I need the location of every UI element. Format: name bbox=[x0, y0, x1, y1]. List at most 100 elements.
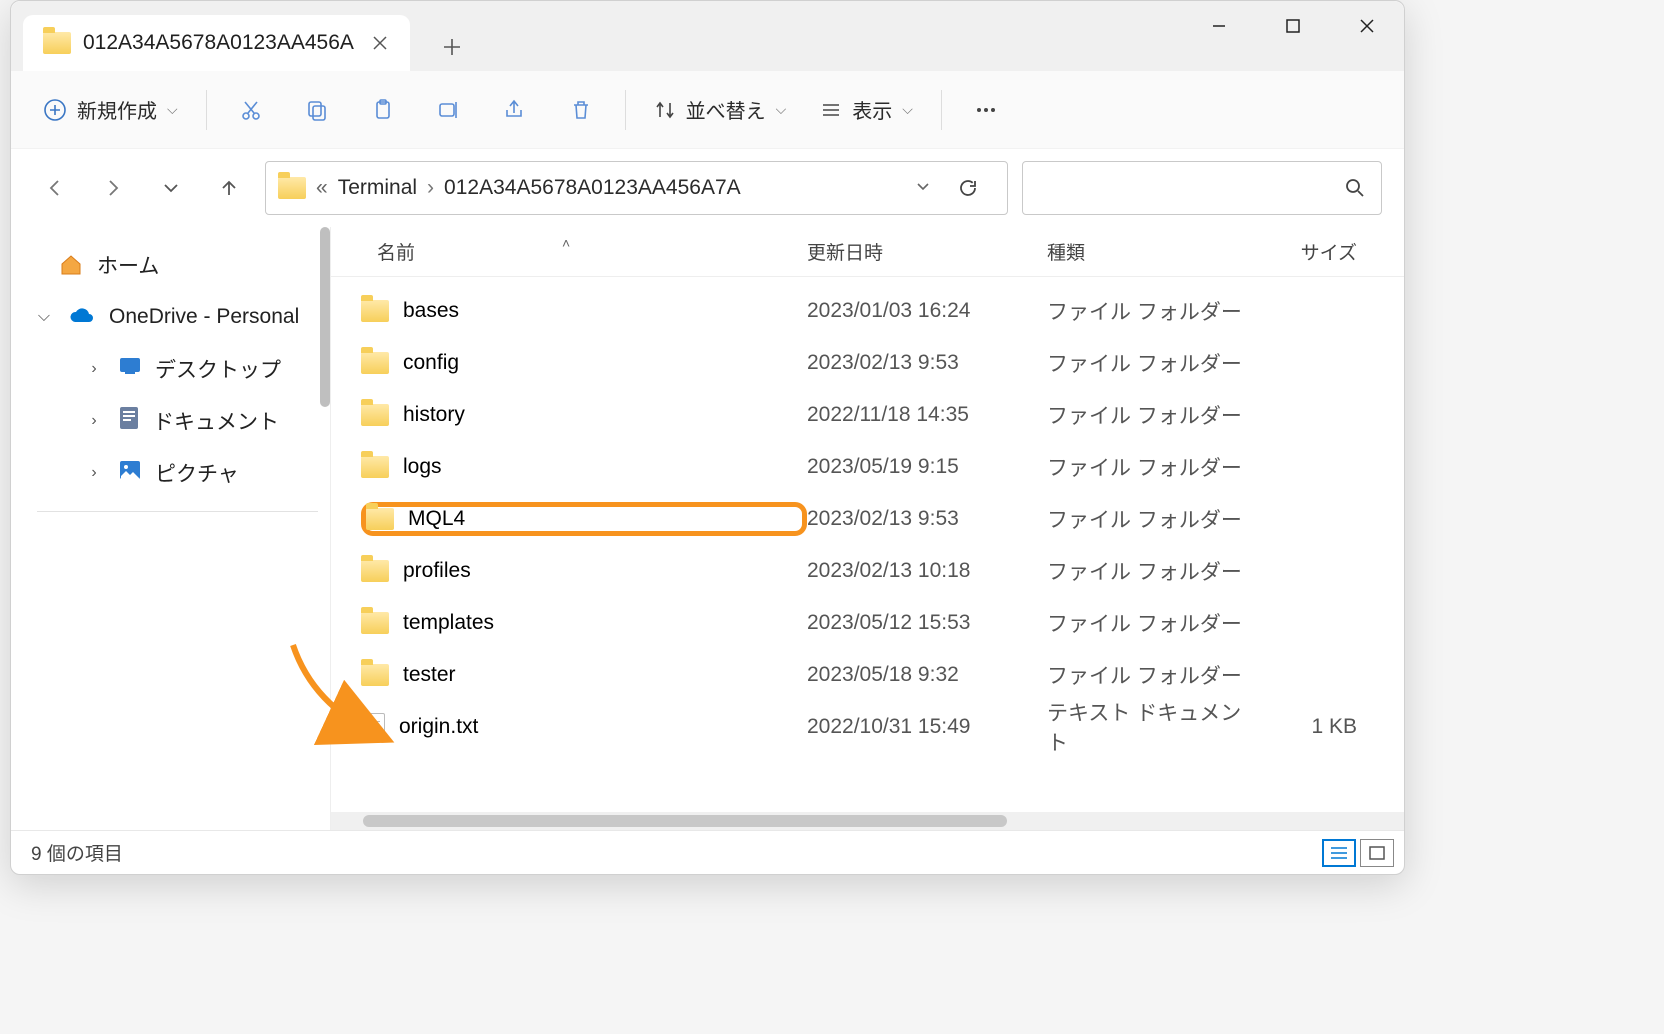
folder-icon bbox=[361, 612, 389, 634]
file-name: tester bbox=[403, 663, 456, 687]
breadcrumb-current[interactable]: 012A34A5678A0123AA456A7A bbox=[444, 176, 741, 200]
rename-button[interactable] bbox=[419, 86, 479, 134]
recent-button[interactable] bbox=[149, 166, 193, 210]
body: ホーム ⌵ OneDrive - Personal › デスクトップ› ドキュメ… bbox=[11, 227, 1404, 830]
sort-button[interactable]: 並べ替え ⌵ bbox=[640, 86, 801, 134]
table-row[interactable]: bases 2023/01/03 16:24 ファイル フォルダー bbox=[331, 285, 1404, 337]
cell-size: 1 KB bbox=[1247, 715, 1357, 739]
folder-icon bbox=[366, 508, 394, 530]
column-type[interactable]: 種類 bbox=[1047, 238, 1247, 265]
search-input[interactable] bbox=[1022, 161, 1382, 215]
thumbnail-view-button[interactable] bbox=[1360, 839, 1394, 867]
address-bar[interactable]: « Terminal › 012A34A5678A0123AA456A7A bbox=[265, 161, 1008, 215]
table-row[interactable]: tester 2023/05/18 9:32 ファイル フォルダー bbox=[331, 649, 1404, 701]
cell-type: ファイル フォルダー bbox=[1047, 348, 1247, 378]
column-date[interactable]: 更新日時 bbox=[807, 238, 1047, 265]
cell-name: config bbox=[361, 351, 807, 375]
cell-name: origin.txt bbox=[361, 713, 807, 741]
chevron-right-icon[interactable]: › bbox=[83, 464, 105, 482]
close-window-button[interactable] bbox=[1330, 1, 1404, 51]
more-button[interactable] bbox=[956, 86, 1016, 134]
cut-button[interactable] bbox=[221, 86, 281, 134]
tab-title: 012A34A5678A0123AA456A bbox=[83, 31, 354, 55]
sidebar-item-onedrive[interactable]: ⌵ OneDrive - Personal bbox=[29, 291, 326, 343]
horizontal-scrollbar[interactable] bbox=[331, 812, 1404, 830]
sidebar-item-label: OneDrive - Personal bbox=[109, 305, 299, 329]
home-icon bbox=[59, 253, 83, 277]
folder-icon bbox=[361, 300, 389, 322]
share-button[interactable] bbox=[485, 86, 545, 134]
chevron-down-icon: ⌵ bbox=[776, 101, 787, 118]
close-icon[interactable] bbox=[366, 29, 394, 57]
view-button[interactable]: 表示 ⌵ bbox=[806, 86, 927, 134]
cell-date: 2022/10/31 15:49 bbox=[807, 715, 1047, 739]
file-list: bases 2023/01/03 16:24 ファイル フォルダー config… bbox=[331, 277, 1404, 812]
sidebar-item[interactable]: › デスクトップ bbox=[29, 343, 326, 395]
refresh-button[interactable] bbox=[941, 177, 995, 199]
separator bbox=[941, 90, 942, 130]
minimize-button[interactable] bbox=[1182, 1, 1256, 51]
folder-icon bbox=[361, 404, 389, 426]
scrollbar-thumb[interactable] bbox=[363, 815, 1007, 827]
search-icon bbox=[1345, 178, 1365, 198]
sort-indicator-icon: ˄ bbox=[562, 235, 570, 251]
paste-button[interactable] bbox=[353, 86, 413, 134]
column-name[interactable]: 名前 ˄ bbox=[377, 238, 807, 265]
table-row[interactable]: history 2022/11/18 14:35 ファイル フォルダー bbox=[331, 389, 1404, 441]
cell-type: テキスト ドキュメント bbox=[1047, 697, 1247, 757]
forward-button[interactable] bbox=[91, 166, 135, 210]
chevron-right-icon[interactable]: › bbox=[83, 360, 105, 378]
back-button[interactable] bbox=[33, 166, 77, 210]
new-tab-button[interactable] bbox=[428, 23, 476, 71]
item-count: 9 個の項目 bbox=[31, 839, 123, 866]
delete-button[interactable] bbox=[551, 86, 611, 134]
tab-active[interactable]: 012A34A5678A0123AA456A bbox=[23, 15, 410, 71]
new-button-label: 新規作成 bbox=[77, 95, 157, 124]
breadcrumb-parent[interactable]: Terminal bbox=[338, 176, 417, 200]
cell-name: profiles bbox=[361, 559, 807, 583]
cell-date: 2023/01/03 16:24 bbox=[807, 299, 1047, 323]
table-row[interactable]: logs 2023/05/19 9:15 ファイル フォルダー bbox=[331, 441, 1404, 493]
scrollbar[interactable] bbox=[320, 227, 330, 407]
table-row[interactable]: MQL4 2023/02/13 9:53 ファイル フォルダー bbox=[331, 493, 1404, 545]
file-name: MQL4 bbox=[408, 507, 465, 531]
cell-name: logs bbox=[361, 455, 807, 479]
column-headers: 名前 ˄ 更新日時 種類 サイズ bbox=[331, 227, 1404, 277]
table-row[interactable]: templates 2023/05/12 15:53 ファイル フォルダー bbox=[331, 597, 1404, 649]
file-pane: 名前 ˄ 更新日時 種類 サイズ bases 2023/01/03 16:24 … bbox=[331, 227, 1404, 830]
table-row[interactable]: origin.txt 2022/10/31 15:49 テキスト ドキュメント … bbox=[331, 701, 1404, 753]
sidebar-item-icon bbox=[119, 357, 141, 381]
sidebar-item[interactable]: › ドキュメント bbox=[29, 395, 326, 447]
file-name: profiles bbox=[403, 559, 471, 583]
navigation-row: « Terminal › 012A34A5678A0123AA456A7A bbox=[11, 149, 1404, 227]
chevron-down-icon: ⌵ bbox=[902, 101, 913, 118]
new-button[interactable]: 新規作成 ⌵ bbox=[29, 86, 192, 134]
breadcrumb-overflow-icon[interactable]: « bbox=[316, 176, 328, 200]
sidebar-item-icon bbox=[119, 406, 139, 436]
folder-icon bbox=[361, 664, 389, 686]
details-view-button[interactable] bbox=[1322, 839, 1356, 867]
sidebar-item-home[interactable]: ホーム bbox=[29, 239, 326, 291]
chevron-down-icon[interactable] bbox=[915, 176, 931, 200]
table-row[interactable]: config 2023/02/13 9:53 ファイル フォルダー bbox=[331, 337, 1404, 389]
up-button[interactable] bbox=[207, 166, 251, 210]
chevron-right-icon[interactable]: › bbox=[83, 412, 105, 430]
copy-button[interactable] bbox=[287, 86, 347, 134]
maximize-button[interactable] bbox=[1256, 1, 1330, 51]
cell-type: ファイル フォルダー bbox=[1047, 296, 1247, 326]
folder-icon bbox=[361, 352, 389, 374]
window-controls bbox=[1182, 1, 1404, 51]
cell-type: ファイル フォルダー bbox=[1047, 452, 1247, 482]
cell-name: tester bbox=[361, 663, 807, 687]
view-mode-toggles bbox=[1322, 839, 1394, 867]
status-bar: 9 個の項目 bbox=[11, 830, 1404, 874]
file-icon bbox=[361, 713, 385, 741]
table-row[interactable]: profiles 2023/02/13 10:18 ファイル フォルダー bbox=[331, 545, 1404, 597]
file-name: bases bbox=[403, 299, 459, 323]
sidebar-item[interactable]: › ピクチャ bbox=[29, 447, 326, 499]
cell-date: 2023/02/13 9:53 bbox=[807, 351, 1047, 375]
column-size[interactable]: サイズ bbox=[1247, 238, 1357, 265]
explorer-window: 012A34A5678A0123AA456A 新規作成 ⌵ bbox=[10, 0, 1405, 875]
cell-type: ファイル フォルダー bbox=[1047, 400, 1247, 430]
chevron-down-icon[interactable]: ⌵ bbox=[33, 308, 55, 326]
